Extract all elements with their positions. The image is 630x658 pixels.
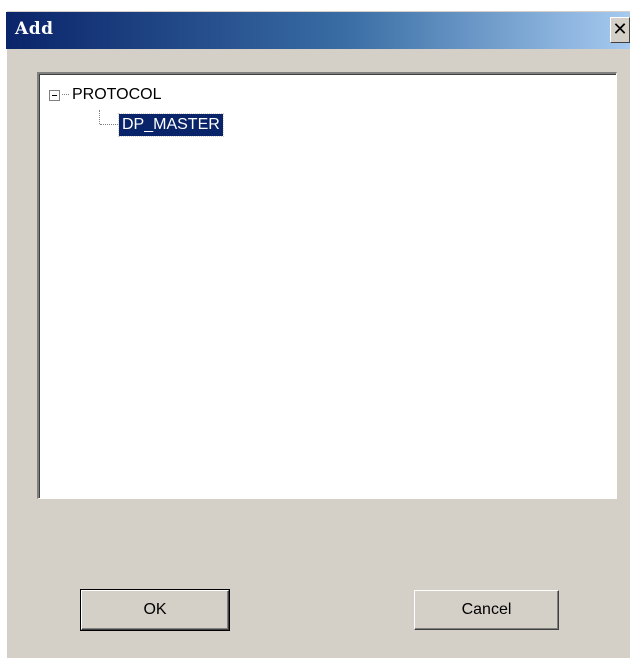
collapse-toggle-icon[interactable] bbox=[49, 89, 60, 101]
close-icon: ✕ bbox=[612, 19, 628, 40]
tree-connector-line bbox=[100, 124, 118, 126]
ok-button[interactable]: OK bbox=[80, 589, 230, 631]
title-bar[interactable]: Add ✕ bbox=[6, 12, 630, 49]
cancel-button[interactable]: Cancel bbox=[414, 590, 559, 630]
tree-connector-line bbox=[62, 94, 69, 96]
tree-node-protocol[interactable]: PROTOCOL bbox=[49, 84, 162, 106]
protocol-tree-view[interactable]: PROTOCOL DP_MASTER bbox=[37, 72, 617, 499]
dialog-title: Add bbox=[15, 19, 54, 39]
tree-node-dp-master[interactable]: DP_MASTER bbox=[118, 113, 224, 137]
tree-node-protocol-label[interactable]: PROTOCOL bbox=[72, 85, 162, 105]
close-button[interactable]: ✕ bbox=[610, 17, 630, 43]
tree-connector-line bbox=[99, 110, 101, 124]
